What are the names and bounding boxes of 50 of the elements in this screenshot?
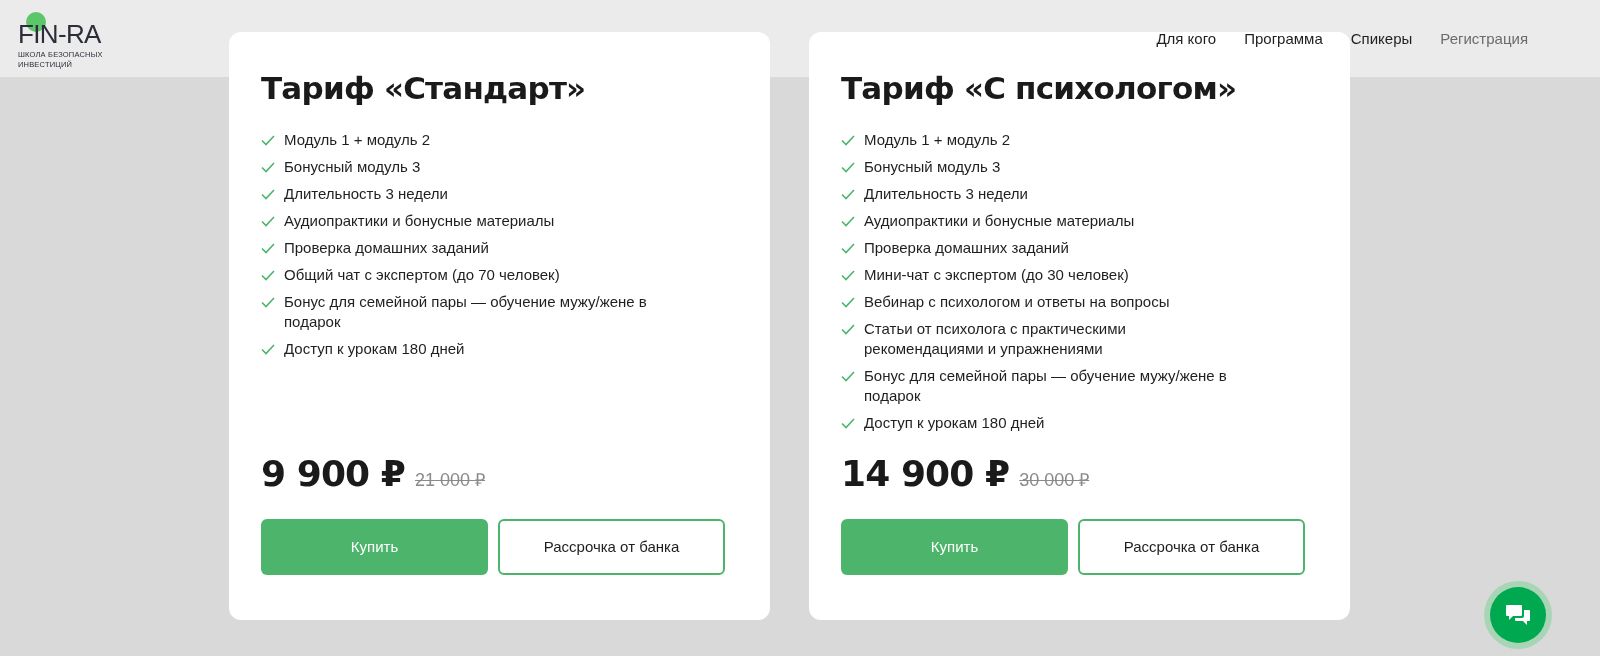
feature-text: Мини-чат с экспертом (до 30 человек) (864, 265, 1129, 285)
check-icon (261, 162, 275, 173)
check-icon (841, 270, 855, 281)
price: 14 900 ₽ (841, 452, 1010, 496)
check-icon (841, 243, 855, 254)
logo-wordmark[interactable]: FIN-RA (18, 18, 113, 50)
feature-text: Бонус для семейной пары — обучение мужу/жене в подарок (284, 292, 648, 332)
feature-text: Бонусный модуль 3 (284, 157, 421, 177)
tariff-title: Тариф «С психологом» (841, 70, 1238, 106)
feature-text: Аудиопрактики и бонусные материалы (864, 211, 1135, 231)
feature-text: Длительность 3 недели (284, 184, 448, 204)
feature-text: Аудиопрактики и бонусные материалы (284, 211, 555, 231)
feature-text: Модуль 1 + модуль 2 (284, 130, 431, 150)
feature-text: Модуль 1 + модуль 2 (864, 130, 1011, 150)
check-icon (261, 243, 275, 254)
check-icon (261, 216, 275, 227)
check-icon (841, 189, 855, 200)
feature-text: Проверка домашних заданий (284, 238, 489, 258)
price: 9 900 ₽ (261, 452, 405, 496)
check-icon (841, 324, 855, 335)
check-icon (841, 418, 855, 429)
tariff-title: Тариф «Стандарт» (261, 70, 587, 106)
old-price: 21 000 ₽ (415, 469, 486, 492)
feature-text: Бонус для семейной пары — обучение мужу/жене в подарок (864, 366, 1228, 406)
chat-icon (1505, 604, 1531, 626)
feature-text: Вебинар с психологом и ответы на вопросы (864, 292, 1170, 312)
nav-link[interactable]: Регистрация (1440, 28, 1528, 51)
feature-text: Статьи от психолога с практическими рекомендациями и упражнениями (864, 319, 1127, 359)
check-icon (261, 135, 275, 146)
check-icon (841, 135, 855, 146)
installment-button[interactable]: Рассрочка от банка (1078, 519, 1305, 575)
installment-button[interactable]: Рассрочка от банка (498, 519, 725, 575)
feature-text: Доступ к урокам 180 дней (864, 413, 1045, 433)
check-icon (261, 344, 275, 355)
check-icon (261, 297, 275, 308)
feature-text: Доступ к урокам 180 дней (284, 339, 465, 359)
check-icon (261, 189, 275, 200)
nav-link[interactable]: Для кого (1156, 28, 1217, 51)
old-price: 30 000 ₽ (1019, 469, 1090, 492)
check-icon (841, 216, 855, 227)
feature-text: Общий чат с экспертом (до 70 человек) (284, 265, 560, 285)
nav-link[interactable]: Спикеры (1350, 28, 1413, 51)
check-icon (841, 162, 855, 173)
check-icon (841, 297, 855, 308)
feature-text: Проверка домашних заданий (864, 238, 1069, 258)
feature-text: Длительность 3 недели (864, 184, 1028, 204)
feature-text: Бонусный модуль 3 (864, 157, 1001, 177)
check-icon (261, 270, 275, 281)
check-icon (841, 371, 855, 382)
nav-link[interactable]: Программа (1244, 28, 1323, 51)
